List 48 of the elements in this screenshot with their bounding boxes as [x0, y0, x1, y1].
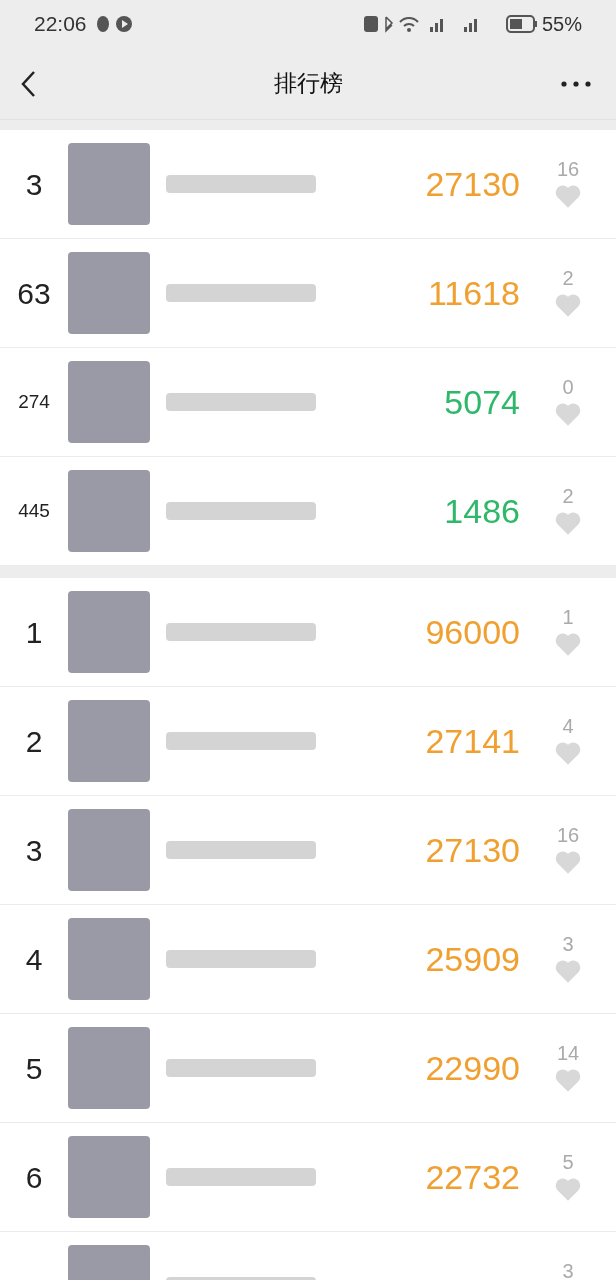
- more-dots-icon: [561, 80, 591, 87]
- battery-percent: 55%: [541, 12, 582, 37]
- rank-number: 6: [25, 1159, 43, 1196]
- status-time: 22:06: [34, 11, 87, 38]
- rank-number: 1: [25, 614, 43, 651]
- step-count: 96000: [425, 611, 520, 653]
- like-count: 2: [562, 268, 574, 288]
- rank-number: 4: [25, 941, 43, 978]
- like-count: 5: [562, 1152, 574, 1172]
- heart-icon[interactable]: [554, 1176, 582, 1202]
- like-count: 3: [562, 934, 574, 954]
- rank-number: 3: [25, 166, 43, 203]
- rank-number: 5: [25, 1050, 43, 1087]
- rank-number: 3: [25, 832, 43, 869]
- rank-number: 445: [18, 498, 50, 523]
- step-count: 27130: [425, 163, 520, 205]
- heart-icon[interactable]: [554, 958, 582, 984]
- rank-number: 2: [25, 723, 43, 760]
- back-chevron-icon: [20, 69, 36, 98]
- like-count: 16: [556, 825, 580, 845]
- step-count: 5074: [444, 381, 520, 423]
- like-count: 14: [556, 1043, 580, 1063]
- heart-icon[interactable]: [554, 292, 582, 318]
- step-count: 25909: [425, 938, 520, 980]
- step-count: 27130: [425, 829, 520, 871]
- heart-icon[interactable]: [554, 1067, 582, 1093]
- heart-icon[interactable]: [554, 740, 582, 766]
- step-count: 22732: [425, 1156, 520, 1198]
- like-count: 16: [556, 159, 580, 179]
- step-count: 22990: [425, 1047, 520, 1089]
- step-count: 11618: [427, 272, 520, 314]
- heart-icon[interactable]: [554, 183, 582, 209]
- heart-icon[interactable]: [554, 401, 582, 427]
- heart-icon[interactable]: [554, 849, 582, 875]
- heart-icon[interactable]: [554, 510, 582, 536]
- like-count: 2: [562, 486, 574, 506]
- like-count: 4: [562, 716, 574, 736]
- rank-number: 274: [18, 389, 50, 414]
- battery-icon: [505, 15, 538, 33]
- rank-number: 63: [17, 275, 51, 312]
- step-count: 27141: [425, 720, 520, 762]
- like-count: 3: [562, 1261, 574, 1280]
- step-count: 1486: [444, 490, 520, 532]
- like-count: 1: [562, 607, 574, 627]
- heart-icon[interactable]: [554, 631, 582, 657]
- like-count: 0: [562, 377, 574, 397]
- page-title: 排行榜: [272, 69, 344, 99]
- play-icon: [114, 15, 133, 33]
